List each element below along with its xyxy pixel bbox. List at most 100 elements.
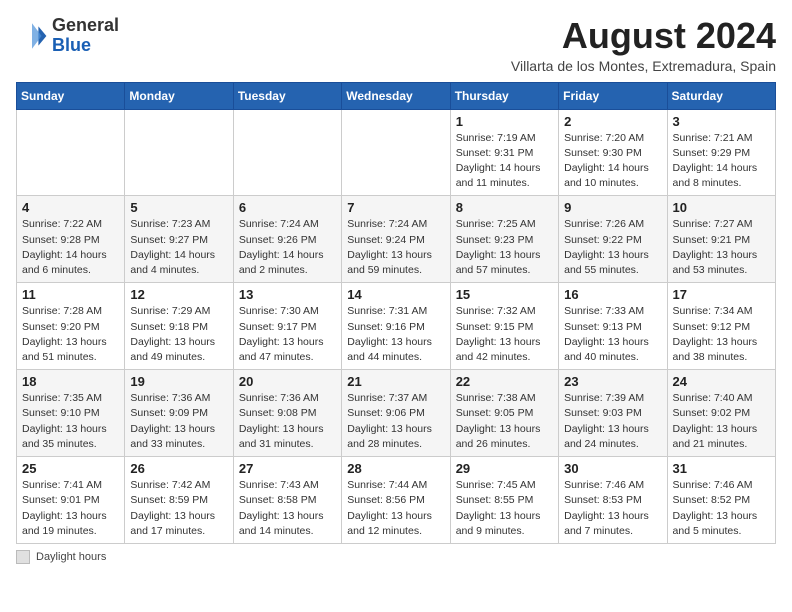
calendar-week-row: 11 Sunrise: 7:28 AMSunset: 9:20 PMDayligh… — [17, 283, 776, 370]
calendar-cell: 28Sunrise: 7:44 AMSunset: 8:56 PMDayligh… — [342, 457, 450, 544]
day-number: 7 — [347, 200, 444, 215]
day-number: 5 — [130, 200, 227, 215]
day-number: 9 — [564, 200, 661, 215]
day-info: Sunrise: 7:22 AMSunset: 9:28 PMDaylight:… — [22, 217, 119, 278]
day-info: Sunrise: 7:29 AMSunset: 9:18 PMDaylight:… — [130, 304, 227, 365]
calendar-cell: 14 Sunrise: 7:31 AMSunset: 9:16 PMDayligh… — [342, 283, 450, 370]
month-year-title: August 2024 — [511, 16, 776, 56]
day-number: 8 — [456, 200, 553, 215]
logo-general-text: General — [52, 15, 119, 35]
calendar-cell: 13 Sunrise: 7:30 AMSunset: 9:17 PMDayligh… — [233, 283, 341, 370]
logo: General Blue — [16, 16, 119, 56]
calendar-cell: 16 Sunrise: 7:33 AMSunset: 9:13 PMDayligh… — [559, 283, 667, 370]
day-of-week-header: Monday — [125, 82, 233, 109]
day-of-week-header: Sunday — [17, 82, 125, 109]
day-number: 6 — [239, 200, 336, 215]
calendar-cell: 8 Sunrise: 7:25 AMSunset: 9:23 PMDaylight… — [450, 196, 558, 283]
day-info: Sunrise: 7:30 AMSunset: 9:17 PMDaylight:… — [239, 304, 336, 365]
logo-blue-text: Blue — [52, 35, 91, 55]
calendar-header: SundayMondayTuesdayWednesdayThursdayFrid… — [17, 82, 776, 109]
calendar-cell: 19 Sunrise: 7:36 AMSunset: 9:09 PMDayligh… — [125, 370, 233, 457]
day-number: 29 — [456, 461, 553, 476]
day-info: Sunrise: 7:36 AMSunset: 9:08 PMDaylight:… — [239, 391, 336, 452]
day-number: 22 — [456, 374, 553, 389]
day-number: 16 — [564, 287, 661, 302]
calendar-cell — [17, 109, 125, 196]
day-number: 18 — [22, 374, 119, 389]
day-info: Sunrise: 7:28 AMSunset: 9:20 PMDaylight:… — [22, 304, 119, 365]
day-info: Sunrise: 7:24 AMSunset: 9:26 PMDaylight:… — [239, 217, 336, 278]
day-number: 30 — [564, 461, 661, 476]
day-number: 3 — [673, 114, 770, 129]
calendar-cell: 5 Sunrise: 7:23 AMSunset: 9:27 PMDaylight… — [125, 196, 233, 283]
page-header: General Blue August 2024 Villarta de los… — [16, 16, 776, 74]
calendar-cell: 30 Sunrise: 7:46 AMSunset: 8:53 PMDayligh… — [559, 457, 667, 544]
day-info: Sunrise: 7:44 AMSunset: 8:56 PMDaylight:… — [347, 478, 444, 539]
day-number: 25 — [22, 461, 119, 476]
day-number: 19 — [130, 374, 227, 389]
day-info: Sunrise: 7:46 AMSunset: 8:53 PMDaylight:… — [564, 478, 661, 539]
calendar-cell: 2 Sunrise: 7:20 AMSunset: 9:30 PMDaylight… — [559, 109, 667, 196]
calendar-cell: 24 Sunrise: 7:40 AMSunset: 9:02 PMDayligh… — [667, 370, 775, 457]
day-info: Sunrise: 7:34 AMSunset: 9:12 PMDaylight:… — [673, 304, 770, 365]
day-number: 21 — [347, 374, 444, 389]
day-info: Sunrise: 7:46 AMSunset: 8:52 PMDaylight:… — [673, 478, 770, 539]
day-of-week-header: Thursday — [450, 82, 558, 109]
calendar-cell: 20Sunrise: 7:36 AMSunset: 9:08 PMDayligh… — [233, 370, 341, 457]
day-info: Sunrise: 7:31 AMSunset: 9:16 PMDaylight:… — [347, 304, 444, 365]
day-number: 2 — [564, 114, 661, 129]
day-info: Sunrise: 7:21 AMSunset: 9:29 PMDaylight:… — [673, 131, 770, 192]
day-info: Sunrise: 7:19 AMSunset: 9:31 PMDaylight:… — [456, 131, 553, 192]
day-info: Sunrise: 7:42 AMSunset: 8:59 PMDaylight:… — [130, 478, 227, 539]
day-number: 24 — [673, 374, 770, 389]
calendar-cell — [125, 109, 233, 196]
day-info: Sunrise: 7:38 AMSunset: 9:05 PMDaylight:… — [456, 391, 553, 452]
calendar-week-row: 25Sunrise: 7:41 AMSunset: 9:01 PMDayligh… — [17, 457, 776, 544]
location-subtitle: Villarta de los Montes, Extremadura, Spa… — [511, 58, 776, 74]
day-info: Sunrise: 7:43 AMSunset: 8:58 PMDaylight:… — [239, 478, 336, 539]
calendar-week-row: 1Sunrise: 7:19 AMSunset: 9:31 PMDaylight… — [17, 109, 776, 196]
day-info: Sunrise: 7:39 AMSunset: 9:03 PMDaylight:… — [564, 391, 661, 452]
calendar-cell: 22 Sunrise: 7:38 AMSunset: 9:05 PMDayligh… — [450, 370, 558, 457]
day-info: Sunrise: 7:45 AMSunset: 8:55 PMDaylight:… — [456, 478, 553, 539]
calendar-cell: 6 Sunrise: 7:24 AMSunset: 9:26 PMDaylight… — [233, 196, 341, 283]
day-info: Sunrise: 7:20 AMSunset: 9:30 PMDaylight:… — [564, 131, 661, 192]
day-number: 4 — [22, 200, 119, 215]
calendar-cell: 4 Sunrise: 7:22 AMSunset: 9:28 PMDaylight… — [17, 196, 125, 283]
day-of-week-header: Friday — [559, 82, 667, 109]
calendar-cell: 17Sunrise: 7:34 AMSunset: 9:12 PMDayligh… — [667, 283, 775, 370]
day-info: Sunrise: 7:27 AMSunset: 9:21 PMDaylight:… — [673, 217, 770, 278]
calendar-table: SundayMondayTuesdayWednesdayThursdayFrid… — [16, 82, 776, 544]
day-number: 26 — [130, 461, 227, 476]
day-info: Sunrise: 7:23 AMSunset: 9:27 PMDaylight:… — [130, 217, 227, 278]
day-number: 15 — [456, 287, 553, 302]
day-of-week-header: Wednesday — [342, 82, 450, 109]
calendar-cell: 12Sunrise: 7:29 AMSunset: 9:18 PMDayligh… — [125, 283, 233, 370]
day-number: 11 — [22, 287, 119, 302]
calendar-week-row: 18Sunrise: 7:35 AMSunset: 9:10 PMDayligh… — [17, 370, 776, 457]
day-info: Sunrise: 7:37 AMSunset: 9:06 PMDaylight:… — [347, 391, 444, 452]
calendar-cell: 23Sunrise: 7:39 AMSunset: 9:03 PMDayligh… — [559, 370, 667, 457]
calendar-cell: 9 Sunrise: 7:26 AMSunset: 9:22 PMDaylight… — [559, 196, 667, 283]
day-info: Sunrise: 7:40 AMSunset: 9:02 PMDaylight:… — [673, 391, 770, 452]
logo-icon — [16, 20, 48, 52]
day-info: Sunrise: 7:25 AMSunset: 9:23 PMDaylight:… — [456, 217, 553, 278]
day-number: 10 — [673, 200, 770, 215]
calendar-cell — [342, 109, 450, 196]
day-info: Sunrise: 7:26 AMSunset: 9:22 PMDaylight:… — [564, 217, 661, 278]
day-info: Sunrise: 7:32 AMSunset: 9:15 PMDaylight:… — [456, 304, 553, 365]
calendar-cell: 31Sunrise: 7:46 AMSunset: 8:52 PMDayligh… — [667, 457, 775, 544]
day-info: Sunrise: 7:33 AMSunset: 9:13 PMDaylight:… — [564, 304, 661, 365]
calendar-week-row: 4 Sunrise: 7:22 AMSunset: 9:28 PMDaylight… — [17, 196, 776, 283]
day-info: Sunrise: 7:24 AMSunset: 9:24 PMDaylight:… — [347, 217, 444, 278]
day-number: 14 — [347, 287, 444, 302]
calendar-cell: 21 Sunrise: 7:37 AMSunset: 9:06 PMDayligh… — [342, 370, 450, 457]
calendar-cell: 10 Sunrise: 7:27 AMSunset: 9:21 PMDayligh… — [667, 196, 775, 283]
calendar-cell: 27 Sunrise: 7:43 AMSunset: 8:58 PMDayligh… — [233, 457, 341, 544]
day-number: 13 — [239, 287, 336, 302]
calendar-cell: 15 Sunrise: 7:32 AMSunset: 9:15 PMDayligh… — [450, 283, 558, 370]
calendar-cell: 25Sunrise: 7:41 AMSunset: 9:01 PMDayligh… — [17, 457, 125, 544]
day-info: Sunrise: 7:36 AMSunset: 9:09 PMDaylight:… — [130, 391, 227, 452]
day-number: 27 — [239, 461, 336, 476]
title-block: August 2024 Villarta de los Montes, Extr… — [511, 16, 776, 74]
